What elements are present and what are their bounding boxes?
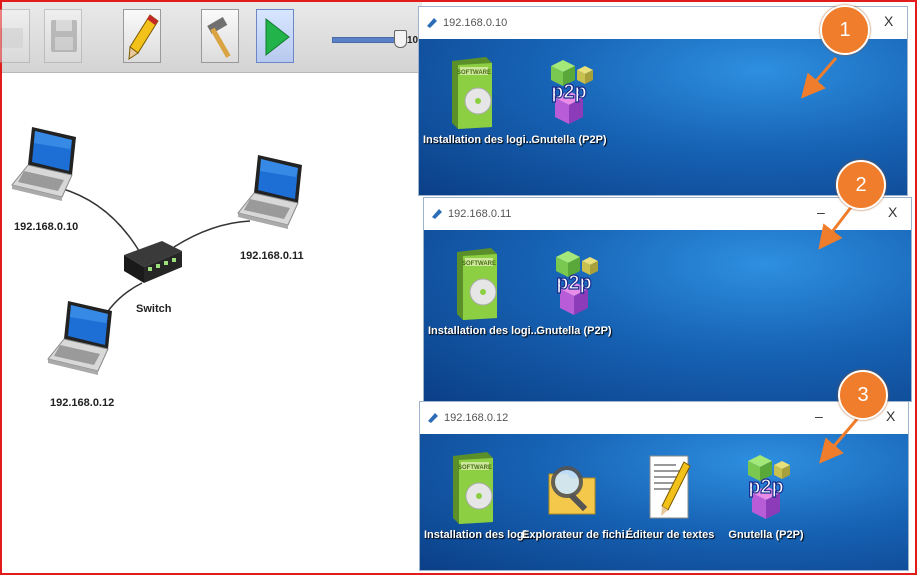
callout-badge-2: 2	[836, 160, 886, 210]
callout-arrows	[801, 57, 860, 464]
callout-arrow-3	[819, 417, 860, 464]
callout-arrow-2	[818, 205, 854, 250]
callout-badge-1: 1	[820, 5, 870, 55]
callout-badge-3: 3	[838, 370, 888, 420]
callout-arrow-1	[801, 57, 838, 99]
